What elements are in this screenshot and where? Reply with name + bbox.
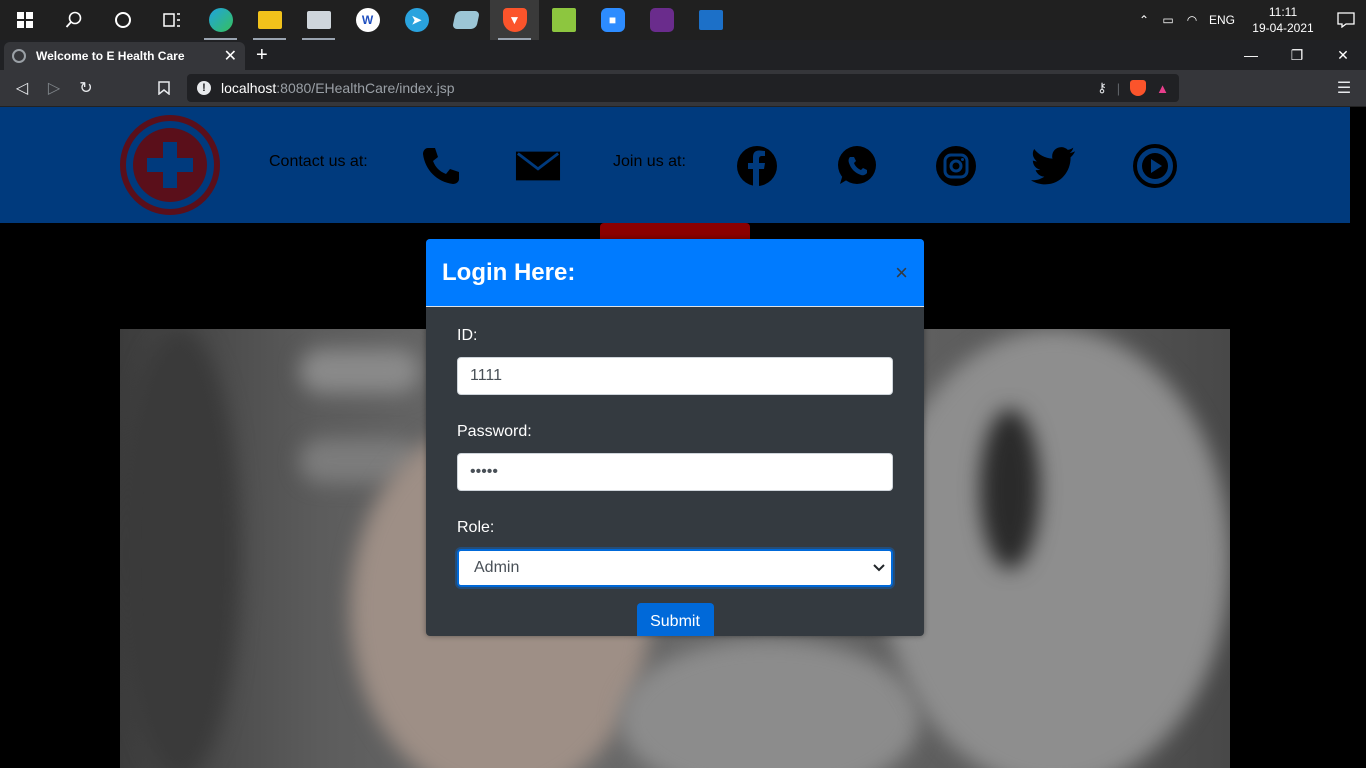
zoom-button[interactable]: ■ <box>588 0 637 40</box>
contact-label: Contact us at: <box>269 153 368 170</box>
web-page: Contact us at: Join us at: Login Here: ×… <box>0 107 1350 768</box>
whatsapp-icon[interactable] <box>834 143 880 189</box>
language-indicator[interactable]: ENG <box>1204 0 1240 40</box>
taskbar-search-button[interactable] <box>49 0 98 40</box>
task-view-icon <box>162 13 180 27</box>
chevron-down-icon <box>873 564 885 572</box>
password-field[interactable]: ••••• <box>457 453 893 491</box>
url-path: :8080/EHealthCare/index.jsp <box>276 80 455 96</box>
tab-close-icon[interactable]: ✕ <box>224 46 237 66</box>
task-manager-icon <box>306 11 331 29</box>
reload-icon[interactable]: ↻ <box>74 76 98 100</box>
game-icon <box>649 8 674 32</box>
forward-icon[interactable]: ▷ <box>42 76 66 100</box>
restore-icon[interactable]: ❐ <box>1274 40 1320 70</box>
tray-chevron-up-icon[interactable]: ⌃ <box>1132 0 1156 40</box>
back-icon[interactable]: ◁ <box>10 76 34 100</box>
notepad-plus-button[interactable] <box>539 0 588 40</box>
minimize-icon[interactable]: — <box>1228 40 1274 70</box>
notepad-plus-icon <box>551 8 576 32</box>
password-label: Password: <box>457 423 532 440</box>
url-host: localhost <box>221 80 277 96</box>
battery-icon[interactable]: ▭ <box>1156 0 1180 40</box>
system-tray: ⌃ ▭ ◠ ENG 11:11 19-04-2021 <box>1132 0 1366 40</box>
health-logo <box>120 115 220 215</box>
submit-button[interactable]: Submit <box>636 603 714 636</box>
login-modal: Login Here: × ID: 1111 Password: ••••• R… <box>426 239 924 636</box>
wifi-icon[interactable]: ◠ <box>1180 0 1204 40</box>
window-close-icon[interactable]: ✕ <box>1320 40 1366 70</box>
browser-tab[interactable]: Welcome to E Health Care ✕ <box>4 42 245 70</box>
photos-button[interactable] <box>686 0 735 40</box>
edge-icon <box>208 8 233 32</box>
start-button[interactable] <box>0 0 49 40</box>
telegram-icon: ➤ <box>404 8 429 32</box>
site-header: Contact us at: Join us at: <box>0 107 1350 223</box>
file-explorer-icon <box>257 11 282 29</box>
clock-date: 19-04-2021 <box>1252 21 1314 35</box>
globe-icon <box>12 49 26 63</box>
clock-time: 11:11 <box>1268 5 1298 19</box>
zoom-icon: ■ <box>600 8 625 32</box>
notification-icon[interactable] <box>1326 0 1366 40</box>
wps-button[interactable]: W <box>343 0 392 40</box>
role-selected-value: Admin <box>474 559 520 576</box>
brave-icon: ▼ <box>502 8 527 32</box>
photos-icon <box>698 10 723 30</box>
role-label: Role: <box>457 519 495 536</box>
separator: | <box>1116 80 1121 96</box>
cortana-icon <box>114 12 131 28</box>
play-icon[interactable] <box>1132 143 1178 189</box>
brave-rewards-icon[interactable]: ▲ <box>1156 81 1169 96</box>
game-button[interactable] <box>637 0 686 40</box>
notes-icon <box>451 11 480 29</box>
file-explorer-button[interactable] <box>245 0 294 40</box>
mail-icon[interactable] <box>515 143 561 189</box>
search-icon <box>65 11 81 28</box>
modal-close-icon[interactable]: × <box>895 261 908 284</box>
page-scrollbar[interactable] <box>1350 107 1366 768</box>
windows-taskbar: W ➤ ▼ ■ ⌃ ▭ ◠ ENG 11:11 19-04-2021 <box>0 0 1366 40</box>
brave-shields-icon[interactable] <box>1130 80 1147 96</box>
menu-icon[interactable]: ☰ <box>1332 76 1356 100</box>
address-bar[interactable]: ! localhost :8080/EHealthCare/index.jsp … <box>187 74 1179 102</box>
clock[interactable]: 11:11 19-04-2021 <box>1248 4 1318 36</box>
telegram-button[interactable]: ➤ <box>392 0 441 40</box>
site-info-icon[interactable]: ! <box>197 81 211 95</box>
twitter-icon[interactable] <box>1031 143 1077 189</box>
tab-title: Welcome to E Health Care <box>36 49 185 63</box>
wps-icon: W <box>355 8 380 32</box>
browser-toolbar: ◁ ▷ ↻ ! localhost :8080/EHealthCare/inde… <box>0 70 1366 107</box>
role-select[interactable]: Admin <box>457 549 893 587</box>
bookmark-icon[interactable] <box>152 76 176 100</box>
task-view-button[interactable] <box>147 0 196 40</box>
new-tab-button[interactable]: + <box>256 44 268 67</box>
start-icon <box>16 12 33 28</box>
join-label: Join us at: <box>613 153 686 170</box>
edge-button[interactable] <box>196 0 245 40</box>
task-manager-button[interactable] <box>294 0 343 40</box>
key-icon[interactable]: ⚷ <box>1097 80 1107 96</box>
browser-tab-bar: Welcome to E Health Care ✕ + — ❐ ✕ <box>0 40 1366 70</box>
login-form: ID: 1111 Password: ••••• Role: Admin Sub… <box>426 307 924 636</box>
id-label: ID: <box>457 327 478 344</box>
instagram-icon[interactable] <box>933 143 979 189</box>
facebook-icon[interactable] <box>734 143 780 189</box>
brave-button[interactable]: ▼ <box>490 0 539 40</box>
phone-icon[interactable] <box>418 143 464 189</box>
notes-button[interactable] <box>441 0 490 40</box>
cortana-button[interactable] <box>98 0 147 40</box>
id-field[interactable]: 1111 <box>457 357 893 395</box>
modal-header: Login Here: × <box>426 239 924 307</box>
modal-title: Login Here: <box>442 258 576 286</box>
